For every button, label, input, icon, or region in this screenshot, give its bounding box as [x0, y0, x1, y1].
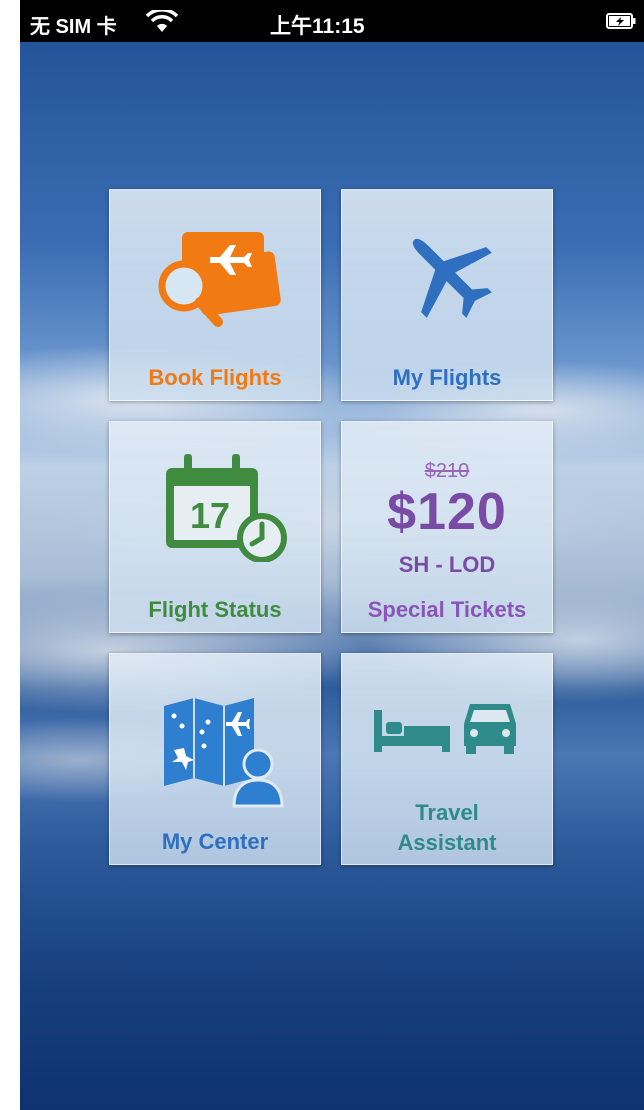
- car-icon: [464, 704, 516, 754]
- calendar-date: 17: [190, 495, 230, 536]
- map-user-icon: [164, 698, 284, 808]
- travel-assistant-label-line1: Travel: [415, 800, 479, 825]
- ticket-search-icon: [158, 232, 281, 327]
- route-label: SH - LOD: [398, 552, 496, 577]
- flight-status-tile[interactable]: 17 Flight Status: [109, 421, 321, 633]
- my-flights-tile[interactable]: My Flights: [341, 189, 553, 401]
- my-flights-label: My Flights: [392, 365, 502, 390]
- travel-assistant-label-line2: Assistant: [397, 830, 497, 855]
- book-flights-label: Book Flights: [148, 365, 282, 390]
- original-price: $210: [424, 460, 470, 482]
- carrier-label: 无 SIM 卡: [30, 16, 117, 38]
- battery-charging-icon: [606, 13, 636, 29]
- bed-icon: [374, 710, 450, 752]
- book-flights-tile[interactable]: Book Flights: [109, 189, 321, 401]
- special-price: $120: [387, 483, 507, 541]
- travel-assistant-tile[interactable]: Travel Assistant: [341, 653, 553, 865]
- flight-status-label: Flight Status: [148, 597, 282, 622]
- my-center-tile[interactable]: My Center: [109, 653, 321, 865]
- special-tickets-tile[interactable]: $210 $120 SH - LOD Special Tickets: [341, 421, 553, 633]
- home-screen: 无 SIM 卡 上午11:15 Book Flights My Flights …: [20, 0, 644, 1110]
- clock-time: 上午11:15: [270, 15, 365, 38]
- calendar-clock-icon: 17: [166, 454, 287, 562]
- my-center-label: My Center: [161, 829, 269, 854]
- special-tickets-label: Special Tickets: [367, 597, 527, 622]
- wifi-icon: [145, 10, 179, 32]
- airplane-icon: [412, 238, 492, 318]
- status-bar: 无 SIM 卡 上午11:15: [20, 0, 644, 42]
